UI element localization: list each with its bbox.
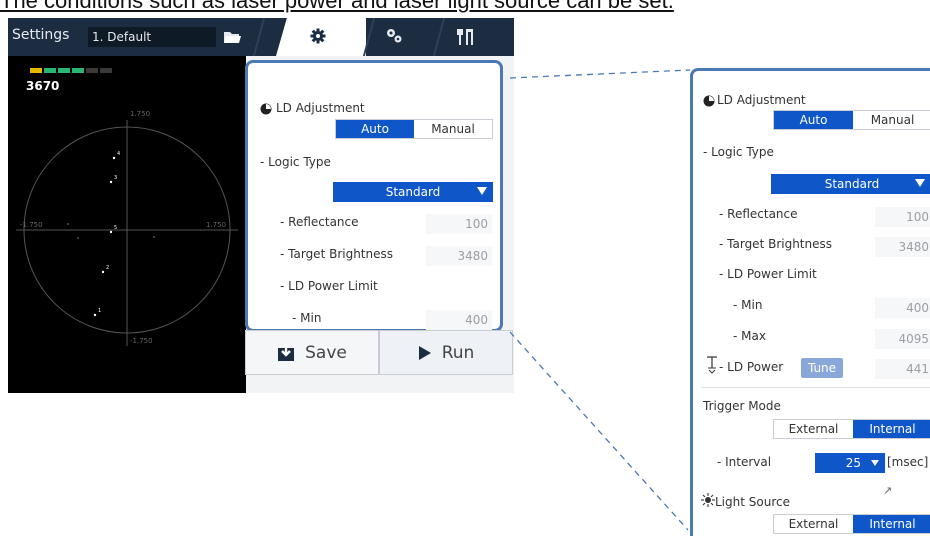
- gears-icon[interactable]: [384, 26, 404, 46]
- trigger-external-option[interactable]: External: [774, 420, 853, 438]
- tune-button[interactable]: Tune: [801, 358, 843, 378]
- laser-icon: [707, 356, 717, 374]
- settings-panel: LD Adjustment Auto Manual - Logic Type S…: [245, 60, 503, 332]
- save-button[interactable]: Save: [245, 330, 379, 375]
- ld-power-limit-label: - LD Power Limit: [280, 279, 378, 293]
- light-source-icon: [701, 493, 715, 507]
- scan-point: [93, 313, 97, 317]
- min-field[interactable]: 400: [426, 310, 492, 330]
- reflectance-label: - Reflectance: [280, 215, 359, 229]
- ld-power-label: - LD Power: [719, 360, 784, 374]
- interval-value: 25: [845, 456, 861, 470]
- scan-point: [112, 156, 116, 160]
- ld-power-field[interactable]: 441: [875, 359, 930, 379]
- ld-adjustment-label: LD Adjustment: [276, 101, 365, 115]
- trigger-mode-toggle[interactable]: External Internal: [773, 419, 930, 439]
- interval-unit: [msec]: [887, 455, 929, 469]
- interval-select[interactable]: 25: [815, 453, 885, 473]
- axis-label-left: -1.750: [20, 221, 43, 229]
- bottom-action-bar: Save Run: [245, 330, 514, 375]
- target-brightness-label: - Target Brightness: [280, 247, 394, 261]
- profile-select[interactable]: 1. Default: [88, 27, 216, 47]
- max-label: - Max: [733, 329, 766, 343]
- logic-type-value: Standard: [385, 185, 441, 199]
- noise-dot: [153, 236, 155, 238]
- min-label: - Min: [733, 298, 763, 312]
- light-source-label: Light Source: [715, 495, 790, 509]
- settings-label: Settings: [12, 27, 70, 43]
- run-button[interactable]: Run: [379, 330, 513, 375]
- axis-label-top: 1.750: [130, 110, 150, 118]
- light-source-toggle[interactable]: External Internal: [773, 514, 930, 534]
- gear-icon[interactable]: [310, 28, 326, 44]
- ld-adjust-icon: [703, 95, 715, 107]
- scan-point: [109, 230, 113, 234]
- target-brightness-label: - Target Brightness: [719, 237, 833, 251]
- play-icon: [418, 345, 431, 360]
- folder-icon[interactable]: [223, 30, 241, 44]
- trigger-mode-label: Trigger Mode: [703, 399, 781, 413]
- zoomed-settings-panel: LD Adjustment Auto Manual - Logic Type S…: [690, 68, 930, 536]
- tab-divider: [432, 18, 446, 56]
- target-brightness-field[interactable]: 3480: [426, 246, 492, 266]
- chevron-down-icon: [915, 179, 925, 187]
- section-divider: [701, 387, 930, 388]
- scan-point: [101, 270, 105, 274]
- axis-label-right: 1.750: [206, 221, 226, 229]
- tab-divider: [252, 18, 266, 56]
- profile-viewer: 3670 1.750 -1.750 1.750 -1.750 4 3 5 2 1: [8, 56, 246, 393]
- max-field[interactable]: 4095: [875, 329, 930, 349]
- point-label: 4: [117, 151, 120, 157]
- logic-type-value: Standard: [824, 177, 880, 191]
- reflectance-field[interactable]: 100: [426, 214, 492, 234]
- mode-auto-option[interactable]: Auto: [336, 120, 414, 138]
- reflectance-field[interactable]: 100: [875, 207, 930, 227]
- chevron-down-icon: [477, 187, 487, 195]
- light-external-option[interactable]: External: [774, 515, 853, 533]
- mouse-cursor-icon: ↗: [883, 484, 893, 497]
- ld-adjust-icon: [260, 103, 272, 115]
- save-icon: [278, 344, 295, 361]
- top-toolbar: Settings 1. Default: [8, 12, 514, 56]
- logic-type-select[interactable]: Standard: [333, 182, 493, 202]
- save-label: Save: [305, 342, 347, 363]
- point-label: 5: [114, 225, 117, 231]
- min-field[interactable]: 400: [875, 298, 930, 318]
- logic-type-select[interactable]: Standard: [771, 174, 930, 194]
- point-label: 2: [106, 265, 109, 271]
- light-internal-option[interactable]: Internal: [853, 515, 930, 533]
- target-brightness-field[interactable]: 3480: [875, 237, 930, 257]
- scan-plot: 1.750 -1.750 1.750 -1.750 4 3 5 2 1: [16, 110, 238, 346]
- mode-manual-option[interactable]: Manual: [414, 120, 492, 138]
- reflectance-label: - Reflectance: [719, 207, 798, 221]
- axis-label-bottom: -1.750: [130, 337, 153, 345]
- interval-label: - Interval: [717, 455, 772, 469]
- tools-icon[interactable]: [456, 27, 476, 47]
- page-caption: The conditions such as laser power and l…: [0, 0, 674, 13]
- run-label: Run: [441, 342, 475, 363]
- ld-adjustment-label: LD Adjustment: [717, 93, 806, 107]
- ld-mode-toggle[interactable]: Auto Manual: [335, 119, 493, 139]
- noise-dot: [77, 237, 79, 239]
- noise-dot: [67, 223, 69, 225]
- min-label: - Min: [292, 311, 322, 325]
- mode-manual-option[interactable]: Manual: [853, 111, 930, 129]
- scan-point: [109, 180, 113, 184]
- chevron-down-icon: [871, 460, 879, 466]
- mode-auto-option[interactable]: Auto: [774, 111, 853, 129]
- point-label: 3: [114, 175, 117, 181]
- point-label: 1: [98, 308, 101, 314]
- ld-mode-toggle[interactable]: Auto Manual: [773, 110, 930, 130]
- trigger-internal-option[interactable]: Internal: [853, 420, 930, 438]
- ld-power-limit-label: - LD Power Limit: [719, 267, 817, 281]
- logic-type-label: - Logic Type: [703, 145, 774, 159]
- logic-type-label: - Logic Type: [260, 155, 331, 169]
